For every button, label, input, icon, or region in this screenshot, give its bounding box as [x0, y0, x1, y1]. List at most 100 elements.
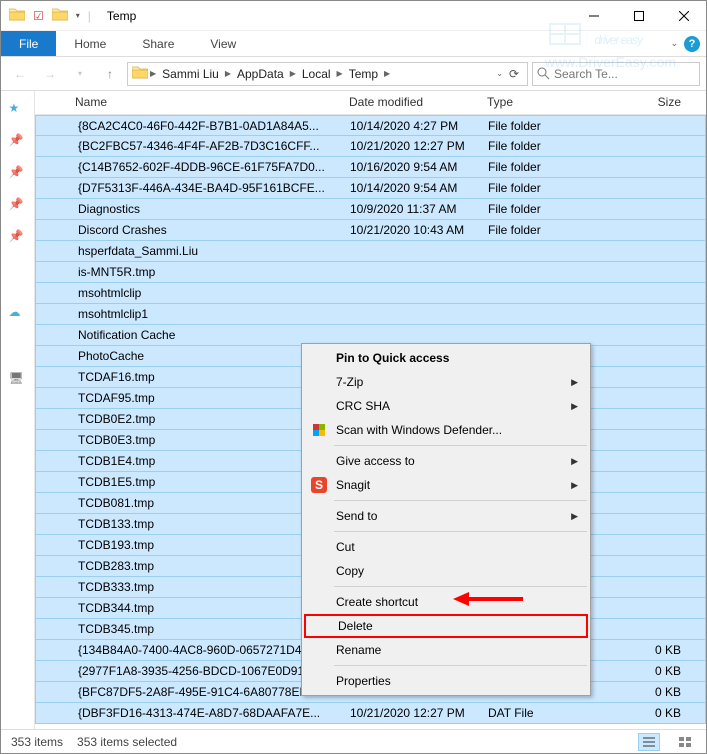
search-input[interactable]: Search Te...	[532, 62, 700, 86]
tab-view[interactable]: View	[192, 31, 254, 56]
file-icon	[36, 643, 76, 657]
file-name: Notification Cache	[76, 328, 342, 342]
folder-icon	[36, 265, 76, 279]
close-button[interactable]	[661, 1, 706, 31]
chevron-down-icon[interactable]: ⌄	[496, 69, 503, 78]
folder-icon	[9, 7, 25, 24]
folder-icon	[36, 538, 76, 552]
sidebar: ★ 📌 📌 📌 📌 ☁ 🖥	[1, 91, 35, 729]
file-name: {D7F5313F-446A-434E-BA4D-95F161BCFE...	[76, 181, 342, 195]
table-row[interactable]: is-MNT5R.tmp	[35, 262, 706, 283]
col-type[interactable]: Type	[479, 91, 585, 114]
back-button[interactable]: ←	[7, 62, 33, 86]
crumb[interactable]: Sammi Liu	[158, 67, 223, 81]
icons-view-button[interactable]	[674, 733, 696, 751]
tab-file[interactable]: File	[1, 31, 56, 56]
pin-icon[interactable]: 📌	[9, 133, 27, 151]
recent-dropdown[interactable]: ▾	[67, 62, 93, 86]
table-row[interactable]: {D7F5313F-446A-434E-BA4D-95F161BCFE...10…	[35, 178, 706, 199]
snagit-icon: S	[310, 476, 328, 494]
col-name[interactable]: Name	[35, 91, 341, 114]
details-view-button[interactable]	[638, 733, 660, 751]
menu-properties[interactable]: Properties	[304, 669, 588, 693]
folder-icon	[36, 349, 76, 363]
tab-share[interactable]: Share	[124, 31, 192, 56]
chevron-right-icon: ▶	[571, 401, 578, 412]
qat-checkbox-icon[interactable]: ☑	[33, 9, 44, 23]
file-type: File folder	[480, 119, 586, 133]
maximize-button[interactable]	[616, 1, 661, 31]
pin-icon[interactable]: 📌	[9, 197, 27, 215]
table-row[interactable]: msohtmlclip	[35, 283, 706, 304]
folder-icon	[36, 139, 76, 153]
forward-button[interactable]: →	[37, 62, 63, 86]
menu-cut[interactable]: Cut	[304, 535, 588, 559]
menu-defender[interactable]: Scan with Windows Defender...	[304, 418, 588, 442]
menu-create-shortcut[interactable]: Create shortcut	[304, 590, 588, 614]
chevron-right-icon[interactable]: ▶	[225, 69, 231, 78]
refresh-button[interactable]: ⟳	[505, 67, 523, 81]
chevron-right-icon[interactable]: ▶	[384, 69, 390, 78]
file-type: File folder	[480, 223, 586, 237]
ribbon-expand-icon[interactable]: ⌄	[670, 38, 678, 49]
qat-dropdown-icon[interactable]: ▾	[76, 11, 80, 20]
file-name: hsperfdata_Sammi.Liu	[76, 244, 342, 258]
up-button[interactable]: ↑	[97, 62, 123, 86]
menu-give-access[interactable]: Give access to▶	[304, 449, 588, 473]
chevron-right-icon[interactable]: ▶	[150, 69, 156, 78]
pin-icon[interactable]: 📌	[9, 229, 27, 247]
menu-7zip[interactable]: 7-Zip▶	[304, 370, 588, 394]
table-row[interactable]: {BC2FBC57-4346-4F4F-AF2B-7D3C16CFF...10/…	[35, 136, 706, 157]
file-type: File folder	[480, 181, 586, 195]
chevron-right-icon: ▶	[571, 456, 578, 467]
file-type: File folder	[480, 160, 586, 174]
crumb[interactable]: Local	[298, 67, 335, 81]
menu-copy[interactable]: Copy	[304, 559, 588, 583]
table-row[interactable]: {C14B7652-602F-4DDB-96CE-61F75FA7D0...10…	[35, 157, 706, 178]
table-row[interactable]: {8CA2C4C0-46F0-442F-B7B1-0AD1A84A5...10/…	[35, 115, 706, 136]
svg-text:S: S	[315, 478, 323, 492]
menu-separator	[334, 665, 587, 666]
menu-crc-sha[interactable]: CRC SHA▶	[304, 394, 588, 418]
menu-snagit[interactable]: SSnagit▶	[304, 473, 588, 497]
this-pc-icon[interactable]: 🖥	[9, 371, 27, 389]
table-row[interactable]: Discord Crashes10/21/2020 10:43 AMFile f…	[35, 220, 706, 241]
menu-separator	[334, 500, 587, 501]
file-name: msohtmlclip1	[76, 307, 342, 321]
file-list[interactable]: Name Date modified Type Size {8CA2C4C0-4…	[35, 91, 706, 729]
table-row[interactable]: hsperfdata_Sammi.Liu	[35, 241, 706, 262]
folder-icon	[52, 7, 68, 24]
navbar: ← → ▾ ↑ ▶ Sammi Liu ▶ AppData ▶ Local ▶ …	[1, 57, 706, 91]
folder-icon	[36, 601, 76, 615]
menu-pin-quick-access[interactable]: Pin to Quick access	[304, 346, 588, 370]
tab-home[interactable]: Home	[56, 31, 124, 56]
statusbar: 353 items 353 items selected	[1, 729, 706, 753]
table-row[interactable]: msohtmlclip1	[35, 304, 706, 325]
folder-icon	[36, 391, 76, 405]
col-date[interactable]: Date modified	[341, 91, 479, 114]
col-size[interactable]: Size	[585, 91, 706, 114]
crumb[interactable]: AppData	[233, 67, 288, 81]
file-date: 10/14/2020 9:54 AM	[342, 181, 480, 195]
menu-delete[interactable]: Delete	[304, 614, 588, 638]
chevron-right-icon: ▶	[571, 511, 578, 522]
folder-icon	[36, 328, 76, 342]
breadcrumb[interactable]: ▶ Sammi Liu ▶ AppData ▶ Local ▶ Temp ▶ ⌄…	[127, 62, 528, 86]
table-row[interactable]: {DBF3FD16-4313-474E-A8D7-68DAAFA7E...10/…	[35, 703, 706, 724]
help-icon[interactable]: ?	[684, 36, 700, 52]
file-name: {BC2FBC57-4346-4F4F-AF2B-7D3C16CFF...	[76, 139, 342, 153]
file-name: Diagnostics	[76, 202, 342, 216]
menu-rename[interactable]: Rename	[304, 638, 588, 662]
crumb[interactable]: Temp	[345, 67, 382, 81]
quick-access-icon[interactable]: ★	[9, 101, 27, 119]
onedrive-icon[interactable]: ☁	[9, 305, 27, 323]
file-size: 0 KB	[586, 664, 705, 678]
table-row[interactable]: Diagnostics10/9/2020 11:37 AMFile folder	[35, 199, 706, 220]
minimize-button[interactable]	[571, 1, 616, 31]
folder-icon	[36, 517, 76, 531]
file-name: {8CA2C4C0-46F0-442F-B7B1-0AD1A84A5...	[76, 119, 342, 133]
chevron-right-icon[interactable]: ▶	[337, 69, 343, 78]
chevron-right-icon[interactable]: ▶	[290, 69, 296, 78]
menu-send-to[interactable]: Send to▶	[304, 504, 588, 528]
pin-icon[interactable]: 📌	[9, 165, 27, 183]
